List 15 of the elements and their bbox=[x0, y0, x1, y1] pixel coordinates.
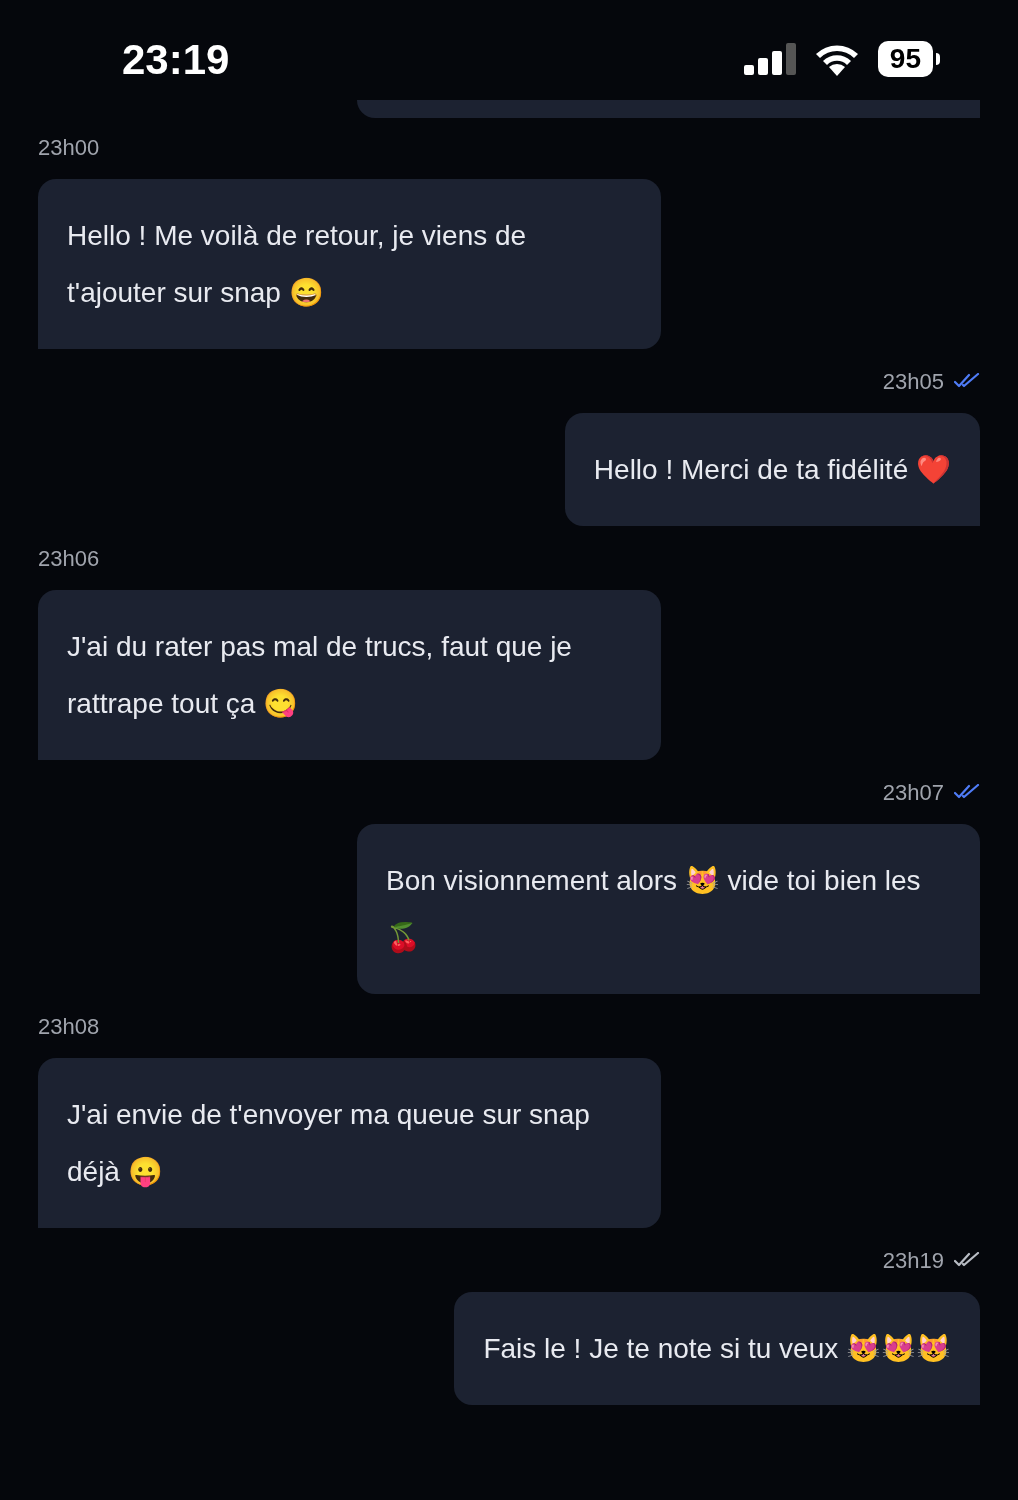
status-time: 23:19 bbox=[122, 34, 230, 85]
message-time: 23h00 bbox=[38, 133, 100, 162]
message-time: 23h05 bbox=[882, 367, 944, 396]
message-bubble: Hello ! Merci de ta fidélité ❤ bbox=[564, 413, 980, 526]
message-bubble: J'ai du rater pas mal de trucs, faut que je rattrape tout ça 😋 bbox=[38, 590, 661, 760]
message-time: 23h19 bbox=[882, 1246, 944, 1275]
battery-level: 95 bbox=[877, 41, 933, 77]
message-time: 23h06 bbox=[38, 544, 100, 573]
message-bubble: J'ai envie de t'envoyer ma queue sur snap déjà 😛 bbox=[38, 1058, 661, 1228]
message-bubble: Hello ! Me voilà de retour, je viens de t'ajouter sur snap 😄 bbox=[38, 179, 661, 349]
message-bubble: Bon visionnement alors 😻 vide toi bien les 🍒 bbox=[357, 824, 980, 994]
signal-icon bbox=[743, 43, 796, 75]
message-time: 23h07 bbox=[882, 778, 944, 807]
message-time: 23h08 bbox=[38, 1012, 100, 1041]
message-bubble: Fais le ! Je te note si tu veux 😻😻😻 bbox=[454, 1292, 980, 1405]
